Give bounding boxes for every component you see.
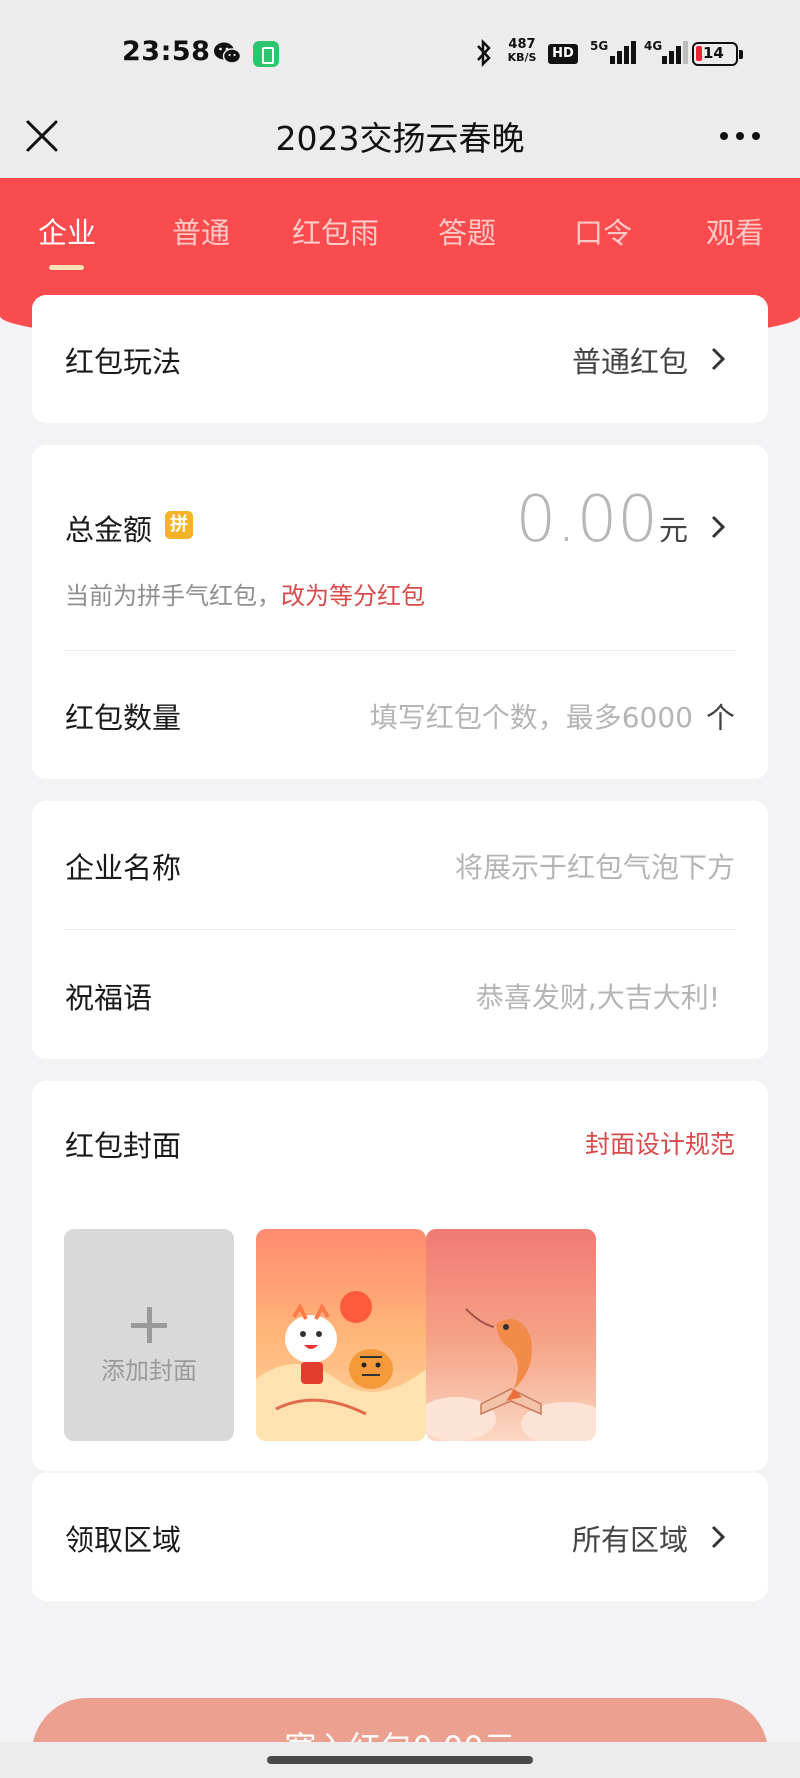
more-dot xyxy=(736,132,744,140)
amount-input[interactable]: 0.00 xyxy=(516,483,659,557)
more-icon[interactable] xyxy=(720,124,770,148)
cover-option-dragon-tiger[interactable] xyxy=(256,1229,426,1441)
quantity-label: 红包数量 xyxy=(65,701,182,735)
status-time: 23:58 xyxy=(122,36,211,67)
greeting-input[interactable]: 恭喜发财,大吉大利! xyxy=(476,976,720,1016)
play-mode-label: 红包玩法 xyxy=(65,345,182,379)
divider xyxy=(65,929,735,930)
info-card: 企业名称 将展示于红包气泡下方 祝福语 恭喜发财,大吉大利! xyxy=(32,801,768,1059)
play-mode-value: 普通红包 xyxy=(571,345,688,379)
total-amount-label: 总金额 xyxy=(65,513,153,547)
cover-card: 红包封面 封面设计规范 添加封面 xyxy=(32,1081,768,1471)
net-speed-unit: KB/S xyxy=(507,51,537,64)
company-name-label: 企业名称 xyxy=(65,851,182,885)
chevron-right-icon xyxy=(711,515,726,539)
tab-indicator xyxy=(49,265,84,270)
nav-bar: 2023交扬云春晚 xyxy=(0,104,800,178)
switch-equal-link[interactable]: 改为等分红包 xyxy=(281,582,425,610)
status-bar: 23:58 487 KB/S HD 5G 4G 14 xyxy=(0,0,800,104)
tab-quiz[interactable]: 答题 xyxy=(438,210,496,252)
bluetooth-icon xyxy=(477,38,491,68)
greeting-label: 祝福语 xyxy=(65,981,153,1015)
home-indicator[interactable] xyxy=(267,1756,533,1764)
more-dot xyxy=(720,132,728,140)
lucky-badge: 拼 xyxy=(165,511,193,539)
svg-text:4G: 4G xyxy=(644,39,662,53)
chevron-right-icon xyxy=(711,347,726,371)
tab-bar: 企业 普通 红包雨 答题 口令 观看 xyxy=(0,178,800,274)
app-icon xyxy=(253,41,279,67)
tab-password[interactable]: 口令 xyxy=(574,210,632,252)
company-name-input[interactable]: 将展示于红包气泡下方 xyxy=(455,846,735,886)
quantity-input[interactable]: 填写红包个数，最多6000 xyxy=(370,696,693,736)
play-mode-row[interactable]: 红包玩法 普通红包 xyxy=(32,295,768,423)
amount-card: 总金额 拼 0.00 元 当前为拼手气红包，改为等分红包 红包数量 填写红包个数… xyxy=(32,445,768,779)
amount-hint: 当前为拼手气红包，改为等分红包 xyxy=(65,576,425,611)
net-speed-value: 487 xyxy=(508,37,536,52)
signal-4g-icon: 4G xyxy=(644,39,688,64)
battery-icon: 14 xyxy=(692,42,743,66)
wechat-icon xyxy=(214,42,241,64)
net-speed: 487 KB/S xyxy=(504,38,540,68)
battery-level: 14 xyxy=(703,44,724,62)
add-cover-button[interactable]: 添加封面 xyxy=(64,1229,234,1441)
more-dot xyxy=(752,132,760,140)
cover-guideline-link[interactable]: 封面设计规范 xyxy=(585,1125,735,1161)
region-value: 所有区域 xyxy=(571,1523,688,1557)
svg-text:5G: 5G xyxy=(590,39,608,53)
add-cover-label: 添加封面 xyxy=(101,1357,197,1385)
chevron-right-icon xyxy=(711,1525,726,1549)
tab-enterprise[interactable]: 企业 xyxy=(38,210,96,252)
signal-5g-icon: 5G xyxy=(590,39,636,64)
amount-unit: 元 xyxy=(658,513,688,547)
cover-option-koi[interactable] xyxy=(426,1229,596,1441)
hd-badge: HD xyxy=(548,44,578,64)
region-label: 领取区域 xyxy=(65,1523,182,1557)
tab-normal[interactable]: 普通 xyxy=(172,210,230,252)
divider xyxy=(65,650,735,651)
region-row[interactable]: 领取区域 所有区域 xyxy=(32,1473,768,1601)
tab-watch[interactable]: 观看 xyxy=(706,210,764,252)
amount-hint-text: 当前为拼手气红包， xyxy=(65,582,281,610)
battery-fill xyxy=(696,46,702,61)
quantity-unit: 个 xyxy=(705,701,735,735)
cover-label: 红包封面 xyxy=(65,1129,182,1163)
tab-red-rain[interactable]: 红包雨 xyxy=(292,210,379,252)
page-title: 2023交扬云春晚 xyxy=(275,119,525,158)
plus-icon xyxy=(131,1307,167,1343)
